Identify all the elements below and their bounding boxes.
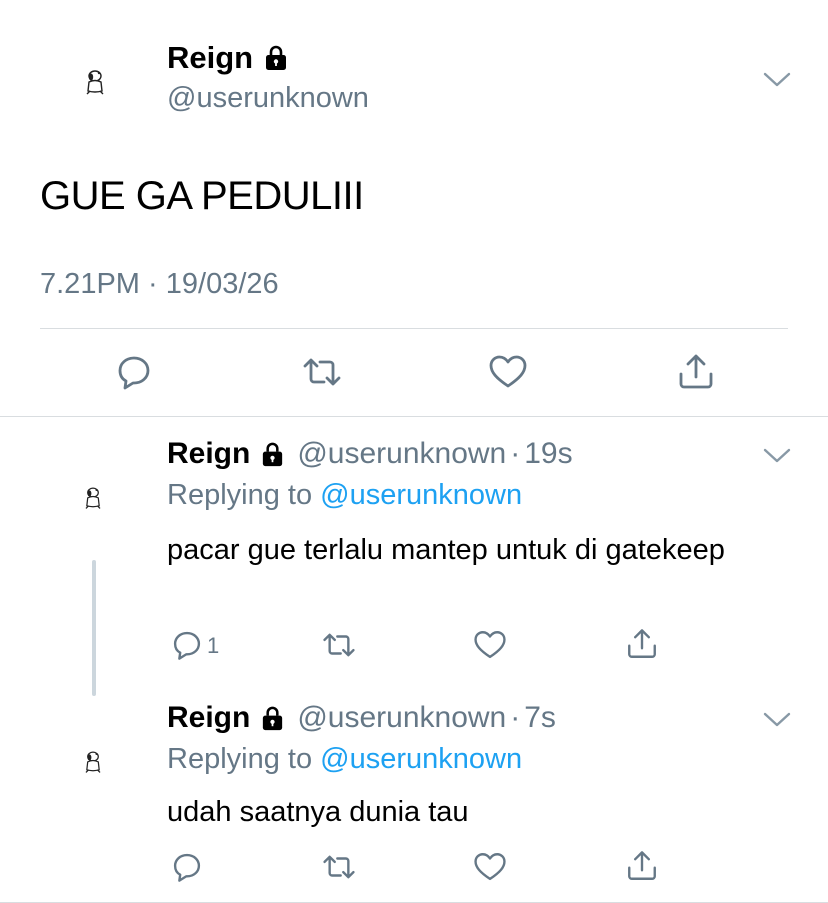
reply-text: udah saatnya dunia tau [167, 796, 469, 828]
share-icon [679, 354, 713, 389]
reply-time[interactable]: 7s [524, 701, 556, 735]
reply-count: 1 [207, 633, 220, 658]
replying-label: Replying to [167, 479, 313, 511]
replying-to: Replying to @userunknown [167, 743, 522, 776]
share-button[interactable] [625, 627, 659, 661]
tweet-text: GUE GA PEDULIII [40, 174, 364, 218]
avatar[interactable] [78, 64, 112, 98]
lock-icon [262, 44, 290, 72]
retweet-icon [303, 358, 341, 386]
replying-to: Replying to @userunknown [167, 479, 522, 512]
chevron-down-icon[interactable] [762, 710, 792, 730]
chevron-down-icon[interactable] [762, 446, 792, 466]
thread-line [92, 560, 96, 696]
reply-header[interactable]: Reign @userunknown · 7s [167, 701, 556, 735]
meta-separator: · [510, 437, 521, 470]
like-button[interactable] [473, 850, 507, 884]
share-icon [628, 851, 656, 880]
replying-label: Replying to [167, 743, 313, 775]
divider [0, 416, 828, 417]
reply-time[interactable]: 19s [524, 437, 572, 471]
reply-button[interactable] [170, 850, 204, 884]
lock-icon [259, 705, 286, 732]
tweet-time: 7.21PM [40, 268, 140, 300]
snoopy-avatar-icon [85, 751, 101, 773]
share-button[interactable] [625, 849, 659, 883]
heart-icon [474, 631, 506, 659]
author-handle[interactable]: @userunknown [297, 437, 506, 471]
chevron-down-icon[interactable] [762, 70, 792, 90]
author-name[interactable]: Reign [167, 40, 290, 76]
author-handle[interactable]: @userunknown [297, 701, 506, 735]
reply-button[interactable] [114, 352, 154, 392]
mention-link[interactable]: @userunknown [320, 743, 522, 775]
tweet-date: 19/03/26 [165, 268, 279, 300]
reply-icon [118, 356, 150, 390]
retweet-button[interactable] [302, 352, 342, 392]
display-name[interactable]: Reign [167, 40, 253, 76]
lock-icon [259, 441, 286, 468]
retweet-button[interactable] [322, 850, 356, 884]
mention-link[interactable]: @userunknown [320, 479, 522, 511]
like-button[interactable] [473, 628, 507, 662]
retweet-icon [323, 855, 355, 879]
display-name[interactable]: Reign [167, 701, 250, 735]
retweet-icon [323, 633, 355, 657]
avatar[interactable] [78, 482, 108, 512]
heart-icon [489, 355, 527, 388]
reply-icon [173, 631, 201, 660]
reply-button[interactable] [170, 628, 204, 662]
divider [40, 328, 788, 329]
meta-separator: · [510, 701, 521, 734]
avatar[interactable] [78, 746, 108, 776]
author-handle[interactable]: @userunknown [167, 82, 369, 115]
reply-header[interactable]: Reign @userunknown · 19s [167, 437, 573, 471]
meta-separator: · [148, 268, 158, 300]
display-name[interactable]: Reign [167, 437, 250, 471]
tweet-timestamp[interactable]: 7.21PM · 19/03/26 [40, 268, 279, 301]
snoopy-avatar-icon [85, 487, 101, 509]
like-button[interactable] [488, 352, 528, 392]
share-button[interactable] [676, 352, 716, 392]
reply-text: pacar gue terlalu mantep untuk di gateke… [167, 534, 725, 566]
heart-icon [474, 853, 506, 881]
retweet-button[interactable] [322, 628, 356, 662]
reply-icon [173, 853, 201, 882]
share-icon [628, 629, 656, 658]
snoopy-avatar-icon [86, 70, 104, 95]
